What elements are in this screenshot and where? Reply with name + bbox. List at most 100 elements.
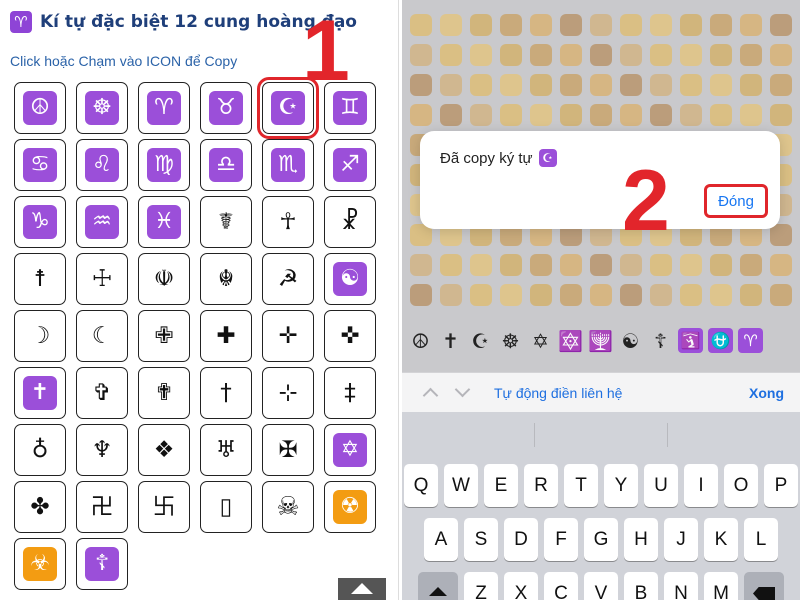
emoji-key[interactable] [500,254,522,276]
emoji-key[interactable] [680,74,702,96]
suggestion-slot[interactable] [535,412,667,458]
icon-cell[interactable]: ♎ [200,139,252,191]
emoji-key[interactable] [710,14,732,36]
emoji-key[interactable] [620,284,642,306]
emoji-key[interactable] [470,14,492,36]
icon-cell[interactable]: ☥ [262,196,314,248]
icon-cell[interactable]: ♒ [76,196,128,248]
icon-cell[interactable]: ‡ [324,367,376,419]
icon-cell[interactable]: 卍 [76,481,128,533]
emoji-key[interactable] [770,14,792,36]
emoji-key[interactable] [740,104,762,126]
emoji-symbol-key[interactable]: ☦ [648,328,673,353]
icon-cell[interactable]: ☸ [76,82,128,134]
key-o[interactable]: O [724,464,758,507]
icon-cell[interactable]: ♌ [76,139,128,191]
key-d[interactable]: D [504,518,538,561]
icon-cell[interactable]: ☠ [262,481,314,533]
emoji-key[interactable] [560,74,582,96]
key-t[interactable]: T [564,464,598,507]
key-j[interactable]: J [664,518,698,561]
emoji-key[interactable] [710,104,732,126]
emoji-key[interactable] [680,104,702,126]
emoji-key[interactable] [710,284,732,306]
emoji-symbol-key[interactable]: ☪ [468,328,493,353]
key-i[interactable]: I [684,464,718,507]
emoji-key[interactable] [770,284,792,306]
emoji-symbol-key[interactable]: ☸ [498,328,523,353]
emoji-symbol-key[interactable]: ✡ [528,328,553,353]
emoji-symbol-key[interactable]: ⛎ [708,328,733,353]
emoji-key[interactable] [770,224,792,246]
emoji-key[interactable] [440,104,462,126]
icon-cell[interactable]: ☧ [324,196,376,248]
icon-cell[interactable]: ⊹ [262,367,314,419]
emoji-key[interactable] [500,74,522,96]
icon-cell[interactable]: ☫ [138,253,190,305]
icon-cell[interactable]: ♍ [138,139,190,191]
key-l[interactable]: L [744,518,778,561]
icon-cell[interactable]: ✛ [262,310,314,362]
key-s[interactable]: S [464,518,498,561]
key-a[interactable]: A [424,518,458,561]
emoji-key[interactable] [440,74,462,96]
icon-cell[interactable]: ♉ [200,82,252,134]
emoji-key[interactable] [680,44,702,66]
key-k[interactable]: K [704,518,738,561]
emoji-key[interactable] [590,254,612,276]
icon-cell[interactable]: ✠ [262,424,314,476]
key-q[interactable]: Q [404,464,438,507]
emoji-key[interactable] [530,254,552,276]
icon-cell[interactable]: ☣ [14,538,66,590]
emoji-key[interactable] [470,254,492,276]
emoji-key[interactable] [440,14,462,36]
icon-cell[interactable]: ☾ [76,310,128,362]
emoji-key[interactable] [650,254,672,276]
icon-cell[interactable]: ✚ [200,310,252,362]
emoji-key[interactable] [410,284,432,306]
icon-cell[interactable]: ✞ [76,367,128,419]
emoji-key[interactable] [440,284,462,306]
emoji-key[interactable] [710,44,732,66]
icon-cell[interactable]: ♏ [262,139,314,191]
icon-cell[interactable]: ✡ [324,424,376,476]
emoji-key[interactable] [590,104,612,126]
emoji-key[interactable] [410,44,432,66]
emoji-symbol-key[interactable]: 🕎 [588,328,613,353]
key-h[interactable]: H [624,518,658,561]
emoji-key[interactable] [410,104,432,126]
icon-cell[interactable]: ☭ [262,253,314,305]
icon-cell[interactable]: ☨ [14,253,66,305]
emoji-key[interactable] [680,254,702,276]
emoji-key[interactable] [590,284,612,306]
emoji-key[interactable] [500,284,522,306]
emoji-key[interactable] [770,104,792,126]
emoji-key[interactable] [530,104,552,126]
emoji-key[interactable] [410,254,432,276]
shift-key[interactable] [418,572,458,600]
icon-cell[interactable]: ☦ [76,538,128,590]
emoji-key[interactable] [620,44,642,66]
emoji-key[interactable] [650,284,672,306]
scroll-top-button[interactable] [338,578,386,600]
next-field-button[interactable] [452,381,472,403]
emoji-key[interactable] [470,284,492,306]
icon-cell[interactable]: 卐 [138,481,190,533]
key-v[interactable]: V [584,572,618,600]
icon-cell[interactable]: ✙ [138,310,190,362]
emoji-symbol-key[interactable]: 🔯 [558,328,583,353]
icon-cell[interactable]: ♅ [200,424,252,476]
icon-cell[interactable]: ☩ [76,253,128,305]
icon-cell[interactable]: ☬ [200,253,252,305]
autofill-contact-button[interactable]: Tự động điền liên hệ [494,385,622,401]
emoji-key[interactable] [650,44,672,66]
emoji-key[interactable] [650,14,672,36]
icon-cell[interactable]: ☢ [324,481,376,533]
emoji-key[interactable] [410,74,432,96]
emoji-symbol-key[interactable]: ✝ [438,328,463,353]
emoji-key[interactable] [650,74,672,96]
close-dialog-button[interactable]: Đóng [704,184,768,218]
icon-cell[interactable]: ✤ [14,481,66,533]
emoji-key[interactable] [440,44,462,66]
icon-cell[interactable]: † [200,367,252,419]
